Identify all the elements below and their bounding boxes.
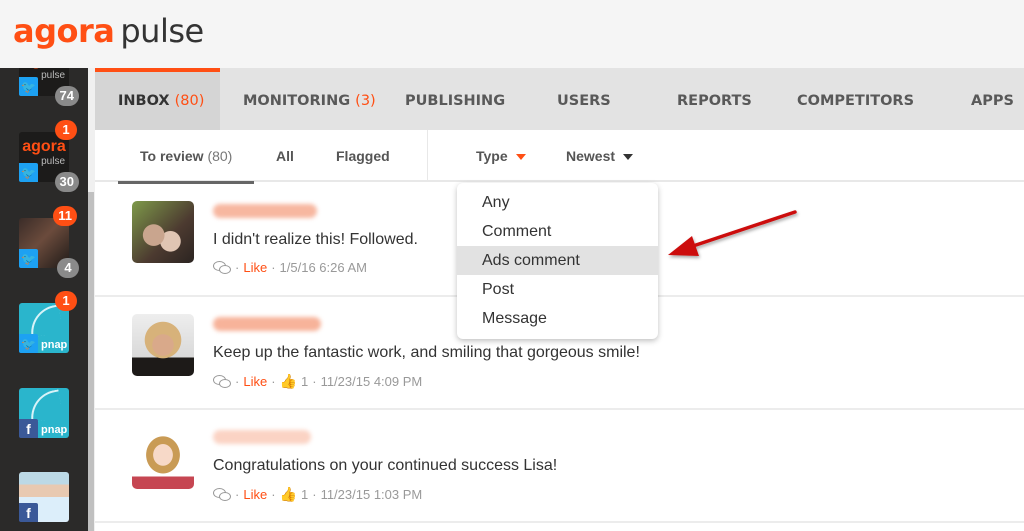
- separator: ·: [235, 487, 240, 502]
- type-option-message[interactable]: Message: [457, 304, 658, 333]
- reply-icon[interactable]: [213, 488, 231, 501]
- like-button[interactable]: Like: [243, 487, 267, 502]
- user-name-redacted: [213, 204, 317, 218]
- chevron-down-icon: [623, 154, 634, 161]
- account-logo-text: agora: [22, 68, 66, 69]
- item-meta: · Like · 1/5/16 6:26 AM: [213, 260, 367, 275]
- type-option-post[interactable]: Post: [457, 275, 658, 304]
- separator: ·: [235, 374, 240, 389]
- accounts-sidebar: agora pulse 🐦 74 agora pulse 🐦 1 30 🐦 11…: [0, 68, 88, 531]
- account-logo-text: agora: [22, 138, 66, 155]
- account-logo-text: pnap: [41, 424, 68, 436]
- like-count: 1: [300, 374, 309, 389]
- account-agorapulse-twitter[interactable]: agora pulse 🐦 74: [19, 68, 79, 106]
- tab-reports[interactable]: REPORTS: [677, 68, 752, 130]
- separator: ·: [235, 260, 240, 275]
- account-agorapulse-twitter-2[interactable]: agora pulse 🐦 1 30: [19, 120, 79, 192]
- like-button[interactable]: Like: [243, 260, 267, 275]
- separator: ·: [271, 487, 276, 502]
- like-count: 1: [300, 487, 309, 502]
- user-name-redacted: [213, 317, 321, 331]
- tab-users[interactable]: USERS: [557, 68, 611, 130]
- separator: ·: [312, 374, 317, 389]
- account-pnap-twitter[interactable]: pnap 🐦 1: [19, 291, 77, 353]
- tab-label: REPORTS: [677, 93, 752, 109]
- account-count-badge: 74: [54, 86, 79, 106]
- twitter-icon: 🐦: [19, 334, 38, 353]
- sidebar-scrollbar-thumb[interactable]: [88, 192, 94, 531]
- tab-count: (80): [174, 93, 205, 109]
- thumbs-up-icon: 👍: [279, 486, 297, 502]
- reply-icon[interactable]: [213, 375, 231, 388]
- account-pnap-facebook[interactable]: pnap f: [19, 388, 69, 438]
- type-dropdown-menu: Any Comment Ads comment Post Message: [457, 183, 658, 339]
- chevron-down-icon: [515, 154, 526, 161]
- account-count-badge: 30: [54, 172, 79, 192]
- tab-monitoring[interactable]: MONITORING (3): [243, 68, 376, 130]
- tab-publishing[interactable]: PUBLISHING: [405, 68, 505, 130]
- tab-label: PUBLISHING: [405, 93, 506, 109]
- reply-icon[interactable]: [213, 261, 231, 274]
- sort-label: Newest: [566, 148, 616, 164]
- account-count-badge: 4: [57, 258, 79, 278]
- facebook-icon: f: [19, 503, 38, 522]
- separator: ·: [271, 374, 276, 389]
- inbox-item[interactable]: Congratulations on your continued succes…: [95, 410, 1024, 523]
- account-personal-twitter[interactable]: 🐦 11 4: [19, 206, 79, 278]
- sort-dropdown[interactable]: Newest: [566, 130, 634, 182]
- type-option-any[interactable]: Any: [457, 188, 658, 217]
- user-avatar[interactable]: [132, 314, 194, 376]
- filter-count: (80): [207, 148, 233, 164]
- user-avatar[interactable]: [132, 427, 194, 489]
- tab-label: MONITORING: [243, 93, 351, 109]
- top-bar: agora pulse: [0, 0, 1024, 68]
- type-option-ads-comment[interactable]: Ads comment: [457, 246, 658, 275]
- tab-label: APPS: [971, 93, 1014, 109]
- thumbs-up-icon: 👍: [279, 373, 297, 389]
- pnap-wing-logo: [26, 389, 64, 423]
- like-button[interactable]: Like: [243, 374, 267, 389]
- filter-label: To review: [140, 148, 204, 164]
- twitter-icon: 🐦: [19, 77, 38, 96]
- filter-flagged[interactable]: Flagged: [336, 130, 390, 182]
- message-text: Congratulations on your continued succes…: [213, 457, 558, 474]
- type-filter-dropdown[interactable]: Type: [476, 130, 526, 182]
- main-nav: INBOX (80) MONITORING (3) PUBLISHING USE…: [95, 68, 1024, 130]
- timestamp: 1/5/16 6:26 AM: [279, 260, 367, 275]
- separator: ·: [271, 260, 276, 275]
- type-filter-label: Type: [476, 148, 508, 164]
- timestamp: 11/23/15 4:09 PM: [320, 374, 423, 389]
- separator: ·: [312, 487, 317, 502]
- filter-to-review[interactable]: To review (80): [117, 130, 255, 184]
- timestamp: 11/23/15 1:03 PM: [320, 487, 423, 502]
- user-avatar[interactable]: [132, 201, 194, 263]
- item-meta: · Like · 👍 1 · 11/23/15 1:03 PM: [213, 486, 422, 503]
- item-meta: · Like · 👍 1 · 11/23/15 4:09 PM: [213, 373, 422, 390]
- message-text: Keep up the fantastic work, and smiling …: [213, 344, 640, 361]
- tab-label: COMPETITORS: [797, 93, 915, 109]
- tab-label: INBOX: [118, 93, 170, 109]
- tab-inbox[interactable]: INBOX (80): [95, 68, 220, 130]
- inbox-subnav: To review (80) All Flagged Type Newest: [95, 130, 1024, 184]
- account-new-badge: 11: [53, 206, 77, 226]
- account-logo-text: pnap: [41, 339, 68, 351]
- twitter-icon: 🐦: [19, 249, 38, 268]
- type-option-comment[interactable]: Comment: [457, 217, 658, 246]
- account-new-badge: 1: [55, 120, 77, 140]
- account-new-badge: 1: [55, 291, 77, 311]
- tab-count: (3): [355, 93, 376, 109]
- facebook-icon: f: [19, 419, 38, 438]
- pnap-wing-logo: [26, 304, 64, 338]
- user-name-redacted: [213, 430, 311, 444]
- agorapulse-logo[interactable]: agora pulse: [13, 12, 204, 50]
- subnav-divider: [427, 130, 428, 182]
- message-text: I didn't realize this! Followed.: [213, 231, 418, 248]
- tab-label: USERS: [557, 93, 611, 109]
- tab-apps[interactable]: APPS: [971, 68, 1014, 130]
- tab-competitors[interactable]: COMPETITORS: [797, 68, 914, 130]
- account-medical-facebook[interactable]: f: [19, 472, 69, 522]
- filter-all[interactable]: All: [276, 130, 294, 182]
- twitter-icon: 🐦: [19, 163, 38, 182]
